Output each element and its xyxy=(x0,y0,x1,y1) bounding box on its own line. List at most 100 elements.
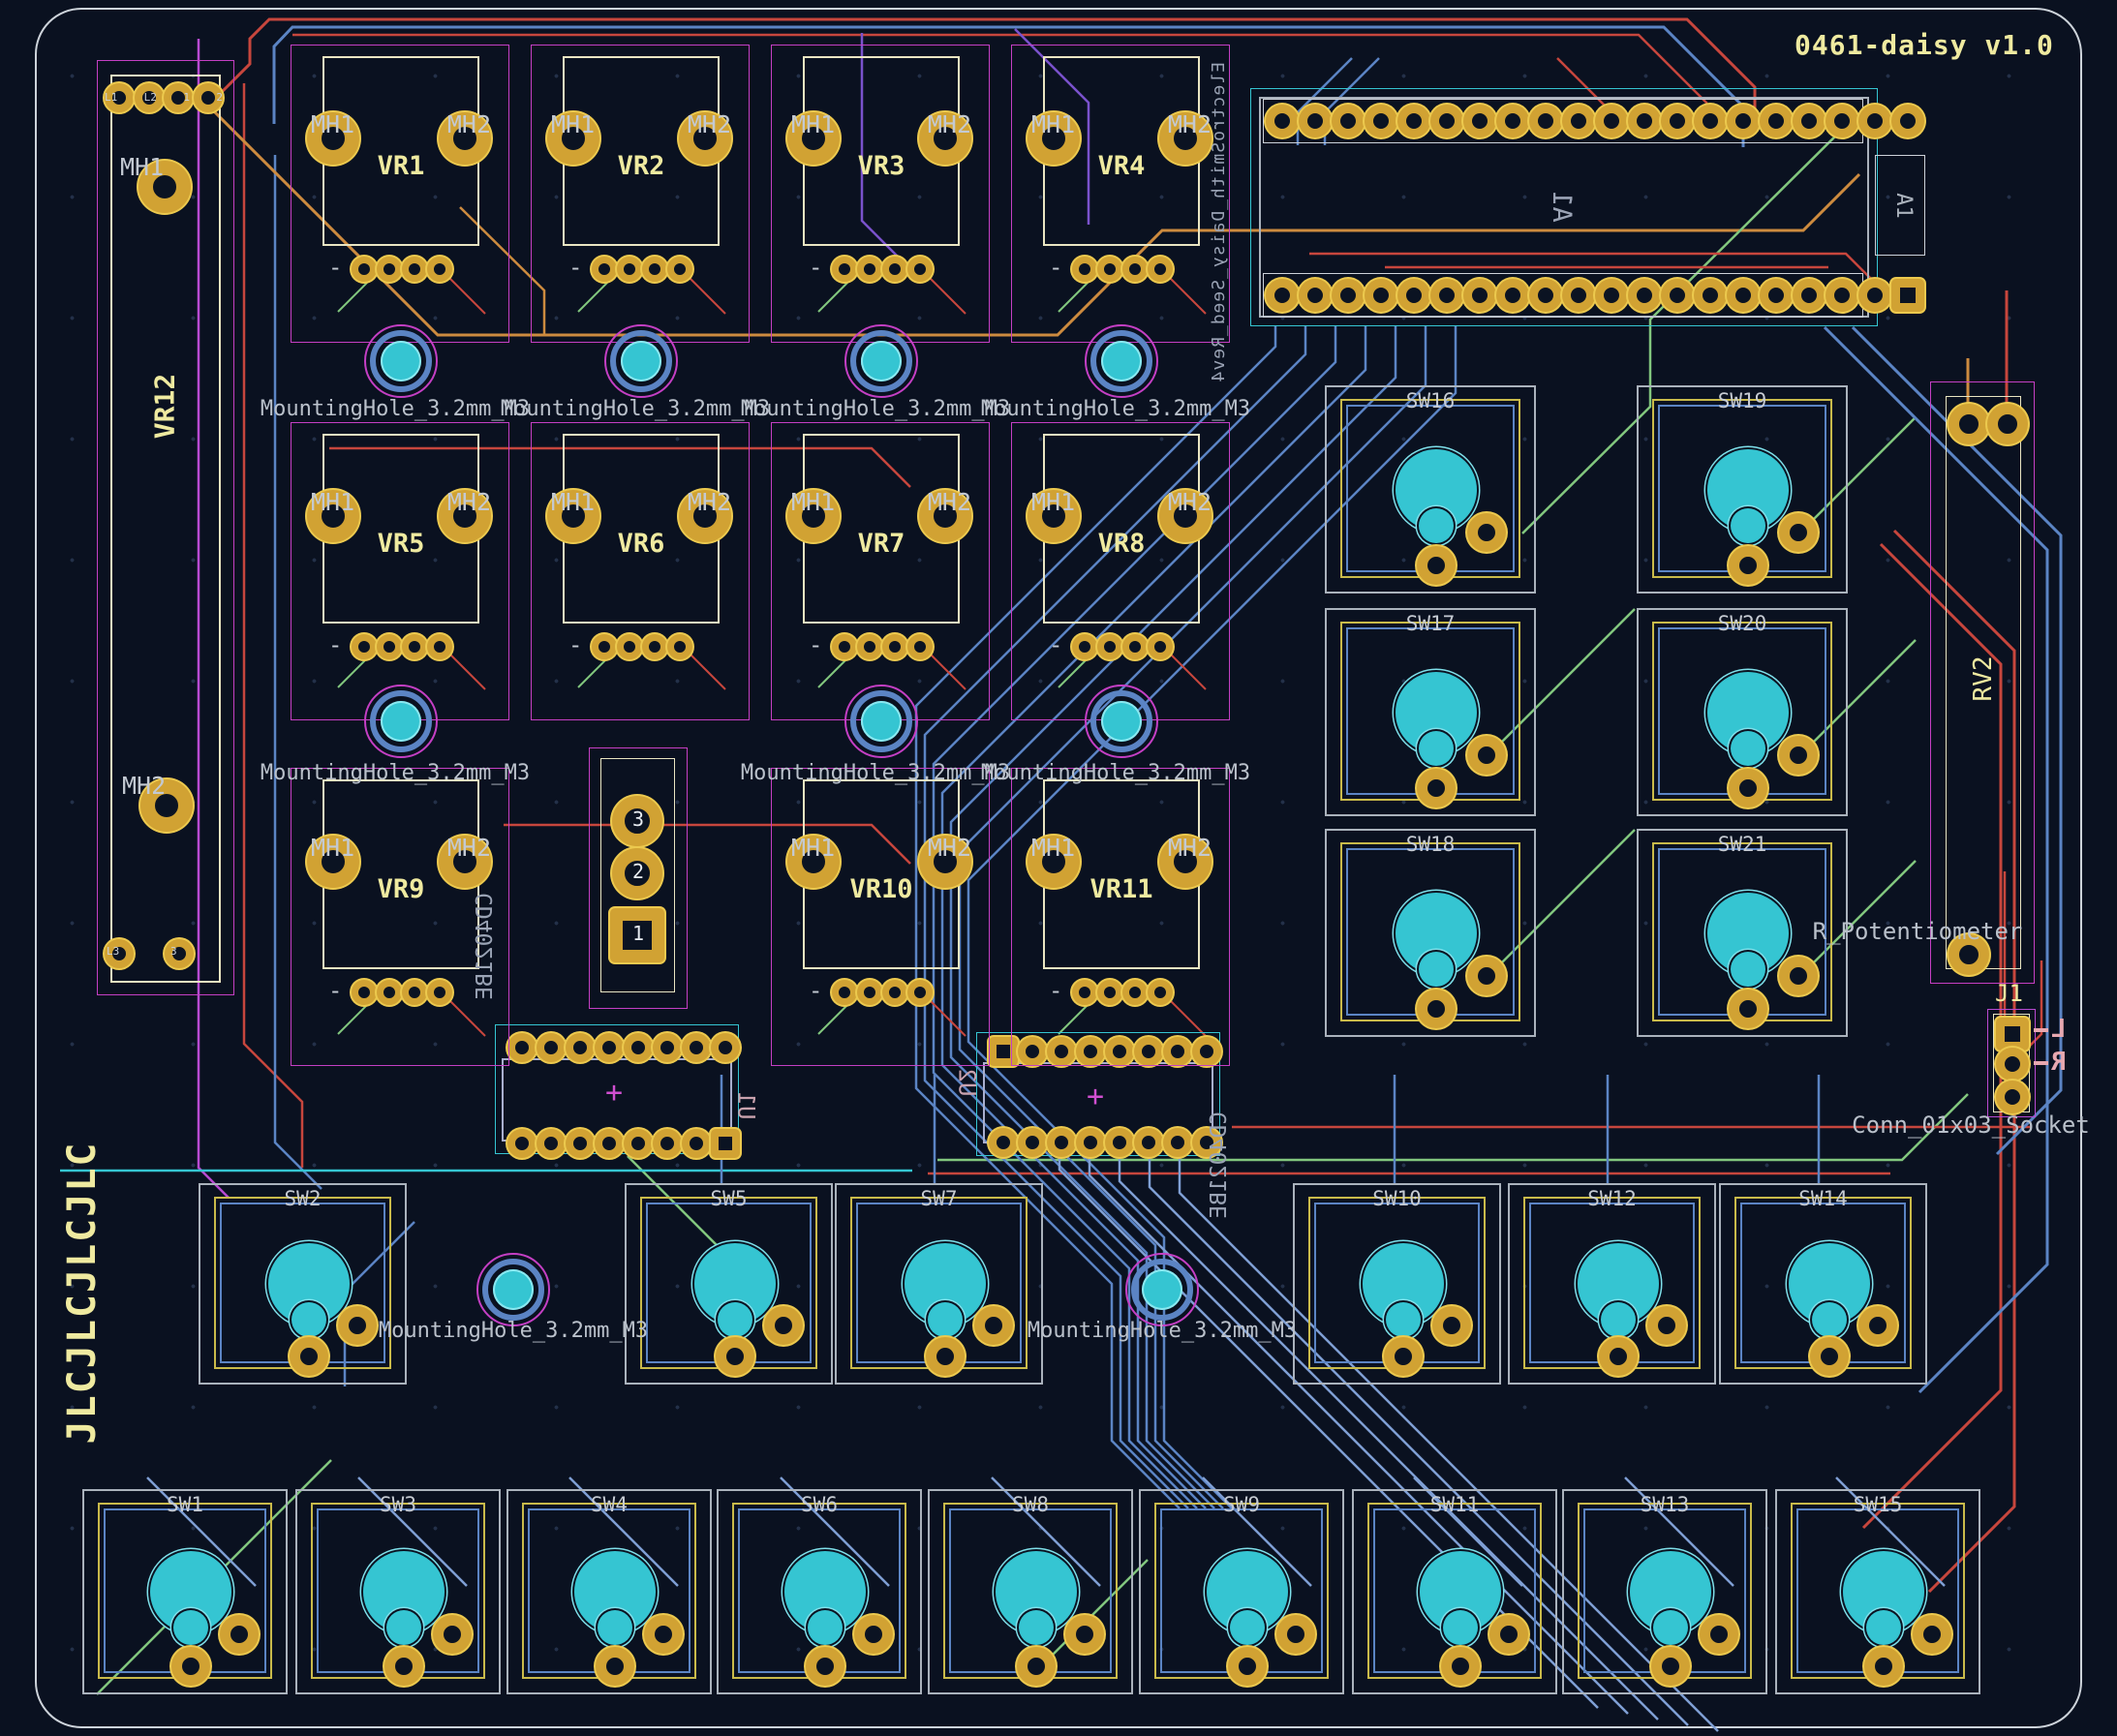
pin-pad[interactable] xyxy=(1148,634,1173,659)
key-switch[interactable]: SW12 xyxy=(1508,1183,1716,1385)
pin-pad[interactable] xyxy=(596,1647,634,1686)
pin-pad[interactable] xyxy=(427,634,452,659)
mounting-hole[interactable] xyxy=(1085,685,1158,758)
vr-module[interactable]: MH1MH2VR1- xyxy=(322,56,479,283)
key-switch[interactable]: SW15 xyxy=(1775,1489,1980,1694)
pin-pad[interactable] xyxy=(1661,105,1694,137)
pin-pad[interactable] xyxy=(1779,736,1818,775)
pin-pad[interactable] xyxy=(1729,769,1767,807)
pin-pad[interactable] xyxy=(1072,634,1097,659)
pin-pad[interactable] xyxy=(617,257,642,282)
pin-pad[interactable] xyxy=(926,1337,965,1376)
pin-pad[interactable] xyxy=(1793,279,1826,312)
pin-pad[interactable] xyxy=(592,257,617,282)
vr-module[interactable]: MH1MH2VR6- xyxy=(563,434,720,660)
pin-pad[interactable] xyxy=(1148,980,1173,1005)
pin-pad[interactable] xyxy=(352,634,377,659)
pin-pad[interactable] xyxy=(566,1129,595,1158)
pin-pad[interactable] xyxy=(427,257,452,282)
key-switch[interactable]: SW4 xyxy=(506,1489,712,1694)
pin-pad[interactable] xyxy=(1891,279,1924,312)
pin-pad[interactable] xyxy=(165,939,194,968)
key-switch[interactable]: SW11 xyxy=(1352,1489,1557,1694)
key-switch[interactable]: SW17 xyxy=(1325,608,1536,816)
pin-pad[interactable] xyxy=(1996,1081,2029,1113)
pin-pad[interactable] xyxy=(377,257,402,282)
pin-pad[interactable] xyxy=(1651,1647,1690,1686)
pin-pad[interactable] xyxy=(1562,279,1595,312)
pin-pad[interactable] xyxy=(1417,990,1456,1028)
pin-pad[interactable] xyxy=(592,634,617,659)
pin-pad[interactable] xyxy=(1163,1128,1192,1157)
pin-pad[interactable] xyxy=(1097,257,1122,282)
pin-pad[interactable] xyxy=(1384,1337,1423,1376)
pin-pad[interactable] xyxy=(653,1129,682,1158)
pin-pad[interactable] xyxy=(1810,1337,1849,1376)
pin-pad[interactable] xyxy=(1948,404,1989,444)
pin-pad[interactable] xyxy=(1276,1615,1315,1654)
pin-pad[interactable] xyxy=(1779,513,1818,552)
pin-pad[interactable] xyxy=(1467,513,1506,552)
pin-pad[interactable] xyxy=(1017,1647,1056,1686)
pin-pad[interactable] xyxy=(882,634,907,659)
pin-pad[interactable] xyxy=(1729,546,1767,585)
pin-pad[interactable] xyxy=(1987,404,2028,444)
pin-pad[interactable] xyxy=(882,257,907,282)
pin-pad[interactable] xyxy=(1467,736,1506,775)
ic-socket-u1[interactable]: + xyxy=(495,1024,739,1154)
pin-pad[interactable] xyxy=(433,1615,472,1654)
pin-pad[interactable] xyxy=(1397,105,1430,137)
pin-pad[interactable] xyxy=(1562,105,1595,137)
vr-module[interactable]: MH1MH2VR10- xyxy=(803,779,960,1006)
pin-pad[interactable] xyxy=(1105,1128,1134,1157)
key-switch[interactable]: SW20 xyxy=(1637,608,1848,816)
pin-pad[interactable] xyxy=(595,1129,624,1158)
pin-pad[interactable] xyxy=(1463,105,1496,137)
pin-pad[interactable] xyxy=(402,257,427,282)
pin-pad[interactable] xyxy=(1299,279,1332,312)
pin-pad[interactable] xyxy=(1489,1615,1528,1654)
pin-pad[interactable] xyxy=(220,1615,259,1654)
pin-pad[interactable] xyxy=(1430,279,1463,312)
key-switch[interactable]: SW13 xyxy=(1562,1489,1767,1694)
pin-pad[interactable] xyxy=(1779,957,1818,995)
vr-module[interactable]: MH1MH2VR8- xyxy=(1043,434,1200,660)
pin-pad[interactable] xyxy=(1365,105,1397,137)
pin-pad[interactable] xyxy=(1595,105,1628,137)
pin-pad[interactable] xyxy=(1760,279,1793,312)
pin-pad[interactable] xyxy=(711,1033,740,1062)
key-switch[interactable]: SW3 xyxy=(295,1489,501,1694)
pin-pad[interactable] xyxy=(1858,105,1891,137)
pin-pad[interactable] xyxy=(1097,980,1122,1005)
pin-pad[interactable] xyxy=(642,257,667,282)
pin-pad[interactable] xyxy=(1529,105,1562,137)
pin-pad[interactable] xyxy=(882,980,907,1005)
pin-pad[interactable] xyxy=(1694,105,1727,137)
key-switch[interactable]: SW7 xyxy=(835,1183,1043,1385)
pin-pad[interactable] xyxy=(667,257,692,282)
pin-pad[interactable] xyxy=(352,257,377,282)
pin-pad[interactable] xyxy=(427,980,452,1005)
key-switch[interactable]: SW5 xyxy=(625,1183,833,1385)
pin-pad[interactable] xyxy=(566,1033,595,1062)
mounting-hole[interactable] xyxy=(364,685,438,758)
pin-pad[interactable] xyxy=(907,634,933,659)
pin-pad[interactable] xyxy=(1858,279,1891,312)
mounting-hole[interactable] xyxy=(1125,1253,1199,1326)
pin-pad[interactable] xyxy=(1047,1128,1076,1157)
pin-pad[interactable] xyxy=(1628,105,1661,137)
pin-pad[interactable] xyxy=(667,634,692,659)
mounting-hole[interactable] xyxy=(1085,324,1158,398)
pin-pad[interactable] xyxy=(624,1129,653,1158)
pin-pad[interactable] xyxy=(1826,105,1858,137)
pin-pad[interactable] xyxy=(907,257,933,282)
key-switch[interactable]: SW6 xyxy=(717,1489,922,1694)
key-switch[interactable]: SW9 xyxy=(1139,1489,1344,1694)
pin-pad[interactable] xyxy=(653,1033,682,1062)
pin-pad[interactable] xyxy=(1266,279,1299,312)
pin-pad[interactable] xyxy=(1076,1128,1105,1157)
pin-pad[interactable] xyxy=(854,1615,893,1654)
vr-module[interactable]: MH1MH2VR2- xyxy=(563,56,720,283)
pin-pad[interactable] xyxy=(644,1615,683,1654)
pin-pad[interactable] xyxy=(1365,279,1397,312)
